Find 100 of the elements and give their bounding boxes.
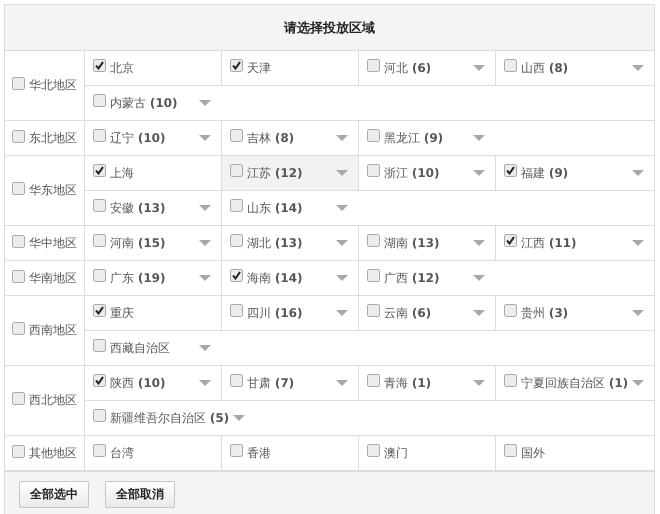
checkbox[interactable]: [230, 59, 243, 72]
caret-icon[interactable]: [233, 415, 246, 421]
checkbox[interactable]: [93, 234, 106, 247]
checkbox[interactable]: [12, 182, 25, 195]
province-label: 甘肃 (7): [247, 374, 294, 392]
caret-icon[interactable]: [336, 380, 348, 386]
checkbox[interactable]: [504, 59, 517, 72]
caret-icon[interactable]: [632, 170, 644, 176]
checkbox[interactable]: [93, 164, 106, 177]
province-label: 广东 (19): [110, 270, 166, 286]
caret-icon[interactable]: [473, 310, 485, 316]
checkbox[interactable]: [230, 164, 243, 177]
province-label: 黑龙江 (9): [384, 130, 444, 146]
checkbox[interactable]: [367, 304, 380, 317]
province-label: 浙江 (10): [384, 164, 440, 182]
region-label: 西南地区: [29, 322, 77, 339]
checkbox[interactable]: [367, 444, 380, 457]
province-label: 江苏 (12): [247, 164, 302, 182]
region-label: 东北地区: [29, 130, 77, 146]
caret-icon[interactable]: [473, 170, 485, 176]
caret-icon[interactable]: [336, 310, 348, 316]
checkbox[interactable]: [12, 444, 25, 458]
panel-title: 请选择投放区域: [5, 5, 654, 51]
checkbox[interactable]: [12, 234, 25, 248]
province-label: 辽宁 (10): [110, 130, 166, 146]
caret-icon[interactable]: [632, 65, 644, 71]
checkbox[interactable]: [93, 129, 106, 142]
checkbox[interactable]: [367, 374, 380, 387]
checkbox[interactable]: [367, 164, 380, 177]
caret-icon[interactable]: [199, 100, 211, 106]
checkbox[interactable]: [367, 269, 380, 282]
checkbox[interactable]: [93, 374, 106, 387]
checkbox[interactable]: [93, 444, 106, 457]
checkbox[interactable]: [504, 374, 517, 387]
province-label: 云南 (6): [384, 304, 432, 322]
checkbox[interactable]: [93, 339, 106, 352]
checkbox[interactable]: [93, 304, 106, 317]
province-label: 陕西 (10): [110, 374, 166, 392]
caret-icon[interactable]: [199, 275, 211, 281]
province-label: 澳门: [384, 444, 408, 462]
caret-icon[interactable]: [473, 65, 485, 71]
province-label: 台湾: [110, 444, 134, 462]
caret-icon[interactable]: [632, 240, 644, 246]
province-label: 河南 (15): [110, 234, 166, 252]
checkbox[interactable]: [367, 129, 380, 142]
checkbox[interactable]: [12, 322, 25, 335]
province-label: 贵州 (3): [521, 304, 568, 322]
caret-icon[interactable]: [199, 135, 211, 141]
checkbox[interactable]: [93, 409, 106, 422]
caret-icon[interactable]: [336, 205, 348, 211]
caret-icon[interactable]: [199, 205, 211, 211]
checkbox[interactable]: [230, 269, 243, 282]
province-label: 新疆维吾尔自治区 (5): [110, 410, 230, 426]
caret-icon[interactable]: [336, 275, 348, 281]
province-label: 江西 (11): [521, 234, 576, 252]
caret-icon[interactable]: [473, 275, 485, 281]
checkbox[interactable]: [230, 199, 243, 212]
checkbox[interactable]: [504, 444, 517, 457]
checkbox[interactable]: [93, 269, 106, 282]
region-label: 华东地区: [29, 182, 77, 199]
caret-icon[interactable]: [199, 380, 211, 386]
checkbox[interactable]: [230, 304, 243, 317]
checkbox[interactable]: [230, 374, 243, 387]
province-label: 天津: [247, 60, 271, 76]
caret-icon[interactable]: [336, 170, 348, 176]
caret-icon[interactable]: [473, 380, 485, 386]
checkbox[interactable]: [93, 94, 106, 107]
province-label: 海南 (14): [247, 270, 302, 286]
checkbox[interactable]: [12, 392, 25, 405]
province-label: 北京: [110, 60, 134, 76]
checkbox[interactable]: [367, 234, 380, 247]
caret-icon[interactable]: [473, 240, 485, 246]
checkbox[interactable]: [93, 59, 106, 72]
checkbox[interactable]: [12, 130, 25, 142]
caret-icon[interactable]: [336, 240, 348, 246]
checkbox[interactable]: [12, 270, 25, 282]
checkbox[interactable]: [230, 444, 243, 457]
caret-icon[interactable]: [632, 380, 644, 386]
caret-icon[interactable]: [632, 310, 644, 316]
checkbox[interactable]: [367, 59, 380, 72]
province-label: 湖北 (13): [247, 234, 302, 252]
action-button[interactable]: 全部取消: [105, 480, 175, 508]
caret-icon[interactable]: [199, 240, 211, 246]
region-label: 其他地区: [29, 444, 77, 462]
checkbox[interactable]: [93, 199, 106, 212]
province-label: 宁夏回族自治区 (1): [521, 374, 628, 392]
caret-icon[interactable]: [336, 135, 348, 141]
checkbox[interactable]: [504, 164, 517, 177]
checkbox[interactable]: [504, 234, 517, 247]
checkbox[interactable]: [504, 304, 517, 317]
province-cell[interactable]: 江苏 (12): [221, 156, 358, 190]
province-label: 河北 (6): [384, 60, 432, 76]
caret-icon[interactable]: [199, 345, 211, 351]
province-label: 内蒙古 (10): [110, 94, 178, 112]
checkbox[interactable]: [230, 129, 243, 142]
checkbox[interactable]: [12, 77, 25, 90]
province-label: 西藏自治区: [110, 340, 170, 356]
action-button[interactable]: 全部选中: [19, 480, 89, 508]
checkbox[interactable]: [230, 234, 243, 247]
caret-icon[interactable]: [473, 135, 485, 141]
